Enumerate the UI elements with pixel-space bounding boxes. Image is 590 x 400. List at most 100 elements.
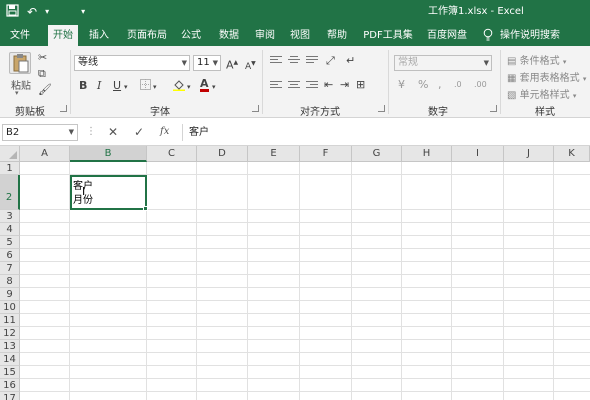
save-icon[interactable]	[6, 3, 19, 21]
font-color-dropdown-icon[interactable]: ▾	[212, 80, 216, 94]
alignment-launcher-icon[interactable]	[378, 105, 385, 112]
bold-button[interactable]: B	[79, 79, 87, 93]
fill-handle[interactable]	[143, 206, 148, 211]
decrease-decimal-icon[interactable]: .00	[474, 78, 487, 92]
column-header-j[interactable]: J	[504, 146, 554, 162]
column-header-g[interactable]: G	[352, 146, 402, 162]
align-left-icon[interactable]	[270, 81, 282, 91]
row-header-4[interactable]: 4	[0, 223, 20, 236]
row-header-16[interactable]: 16	[0, 379, 20, 392]
row-header-7[interactable]: 7	[0, 262, 20, 275]
cancel-entry-button[interactable]: ✕	[108, 124, 118, 140]
borders-icon[interactable]	[140, 79, 151, 94]
row-header-8[interactable]: 8	[0, 275, 20, 288]
align-top-icon[interactable]	[270, 56, 282, 66]
number-launcher-icon[interactable]	[490, 105, 497, 112]
row-header-9[interactable]: 9	[0, 288, 20, 301]
tab-file[interactable]: 文件	[2, 25, 38, 46]
column-header-f[interactable]: F	[300, 146, 352, 162]
increase-indent-icon[interactable]: ⇥	[340, 78, 349, 92]
fill-color-dropdown-icon[interactable]: ▾	[187, 80, 191, 94]
borders-dropdown-icon[interactable]: ▾	[153, 80, 157, 94]
increase-decimal-icon[interactable]: .0	[454, 78, 462, 92]
grow-font-icon[interactable]: A▲	[226, 56, 238, 73]
column-header-i[interactable]: I	[452, 146, 504, 162]
number-format-dropdown-icon[interactable]: ▼	[484, 56, 489, 70]
percent-icon[interactable]: %	[418, 78, 428, 92]
comma-style-icon[interactable]: ,	[438, 78, 442, 92]
row-header-17[interactable]: 17	[0, 392, 20, 400]
fill-color-icon[interactable]	[173, 79, 185, 95]
align-center-icon[interactable]	[288, 81, 300, 91]
row-header-1[interactable]: 1	[0, 162, 20, 175]
tab-insert[interactable]: 插入	[84, 25, 114, 46]
row-header-14[interactable]: 14	[0, 353, 20, 366]
currency-icon[interactable]: ¥	[398, 78, 405, 92]
row-header-6[interactable]: 6	[0, 249, 20, 262]
select-all-button[interactable]	[0, 146, 20, 162]
row-header-10[interactable]: 10	[0, 301, 20, 314]
copy-icon[interactable]: ⧉	[38, 67, 46, 81]
row-header-2[interactable]: 2	[0, 175, 20, 210]
column-header-e[interactable]: E	[248, 146, 300, 162]
insert-function-button[interactable]: fx	[160, 124, 169, 140]
format-as-table-button[interactable]: ▦ 套用表格格式 ▾	[507, 69, 586, 84]
font-launcher-icon[interactable]	[252, 105, 259, 112]
number-format-combo[interactable]: 常规 ▼	[394, 55, 492, 71]
font-size-combo[interactable]: 11 ▼	[193, 55, 221, 71]
formula-input[interactable]: 客户	[182, 124, 588, 141]
undo-dropdown-icon[interactable]: ▾	[45, 4, 49, 20]
paste-dropdown-icon[interactable]: ▾	[15, 89, 19, 97]
orientation-icon[interactable]: ⤢	[326, 54, 335, 68]
wrap-text-icon[interactable]: ↵	[346, 54, 355, 68]
format-painter-icon[interactable]: 🖌	[38, 83, 52, 97]
tab-data[interactable]: 数据	[214, 25, 244, 46]
align-bottom-icon[interactable]	[306, 56, 318, 66]
tab-page-layout[interactable]: 页面布局	[122, 25, 172, 46]
column-header-k[interactable]: K	[554, 146, 590, 162]
name-box[interactable]: B2 ▼	[2, 124, 78, 141]
row-header-11[interactable]: 11	[0, 314, 20, 327]
font-size-dropdown-icon[interactable]: ▼	[213, 56, 218, 70]
tab-view[interactable]: 视图	[285, 25, 315, 46]
tab-formulas[interactable]: 公式	[176, 25, 206, 46]
worksheet-grid[interactable]: A B C D E F G H I J K 1 2 3 4 5 6 7 8 9 …	[0, 146, 590, 400]
row-header-15[interactable]: 15	[0, 366, 20, 379]
row-header-12[interactable]: 12	[0, 327, 20, 340]
column-header-d[interactable]: D	[197, 146, 248, 162]
enter-button[interactable]: ✓	[134, 124, 144, 140]
italic-button[interactable]: I	[97, 79, 101, 93]
tell-me-search[interactable]: 操作说明搜索	[500, 25, 560, 46]
conditional-formatting-button[interactable]: ▤ 条件格式 ▾	[507, 52, 566, 67]
paste-button-label[interactable]: 粘贴	[11, 77, 31, 92]
align-middle-icon[interactable]	[288, 56, 300, 66]
align-right-icon[interactable]	[306, 81, 318, 91]
tab-pdf-tools[interactable]: PDF工具集	[362, 25, 414, 46]
customize-qat-icon[interactable]: ▾	[81, 4, 85, 20]
clipboard-launcher-icon[interactable]	[60, 105, 67, 112]
undo-icon[interactable]: ↶	[27, 4, 37, 20]
font-color-button[interactable]: A	[200, 78, 209, 92]
merge-center-icon[interactable]: ⊞	[356, 78, 365, 92]
row-header-5[interactable]: 5	[0, 236, 20, 249]
font-name-combo[interactable]: 等线 ▼	[74, 55, 190, 71]
cut-icon[interactable]: ✂	[38, 51, 47, 65]
decrease-indent-icon[interactable]: ⇤	[324, 78, 333, 92]
column-header-a[interactable]: A	[20, 146, 70, 162]
tab-review[interactable]: 审阅	[250, 25, 280, 46]
column-header-h[interactable]: H	[402, 146, 452, 162]
underline-dropdown-icon[interactable]: ▾	[124, 80, 128, 94]
font-name-dropdown-icon[interactable]: ▼	[182, 56, 187, 70]
name-box-dropdown-icon[interactable]: ▼	[69, 125, 74, 140]
shrink-font-icon[interactable]: A▼	[245, 57, 256, 74]
formula-bar-grip-icon[interactable]: ⋮	[86, 126, 96, 137]
cell-styles-button[interactable]: ▧ 单元格样式 ▾	[507, 86, 576, 101]
column-header-c[interactable]: C	[147, 146, 197, 162]
column-header-b[interactable]: B	[70, 146, 147, 162]
tab-home[interactable]: 开始	[48, 25, 78, 46]
paste-icon[interactable]	[9, 52, 31, 74]
tab-help[interactable]: 帮助	[322, 25, 352, 46]
row-header-3[interactable]: 3	[0, 210, 20, 223]
row-header-13[interactable]: 13	[0, 340, 20, 353]
tab-baidu-netdisk[interactable]: 百度网盘	[424, 25, 470, 46]
